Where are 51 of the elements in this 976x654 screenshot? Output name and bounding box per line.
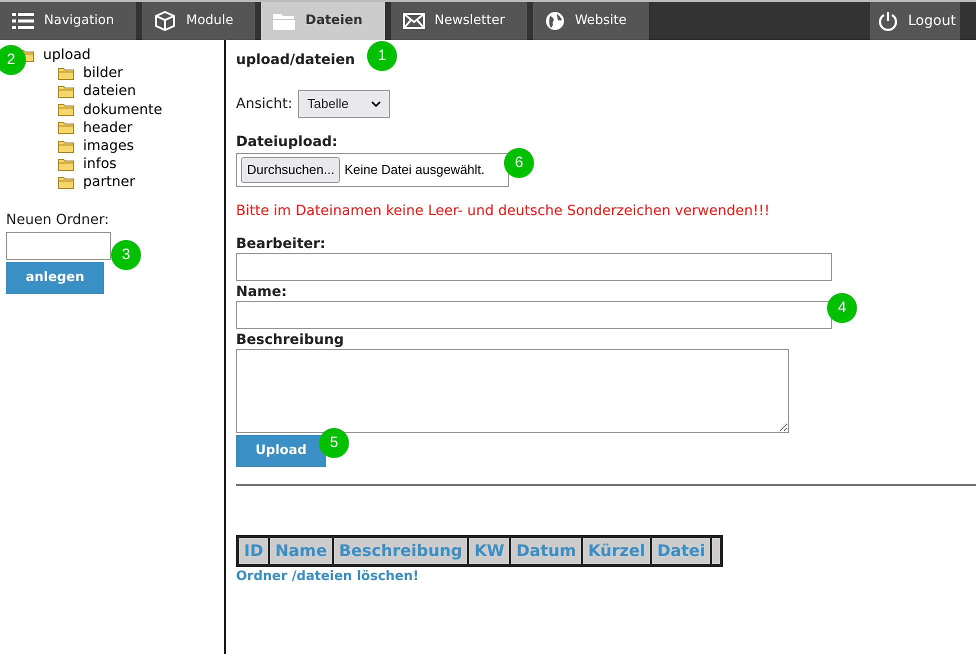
- view-select[interactable]: Tabelle: [298, 90, 390, 118]
- nav-tab[interactable]: Website: [532, 2, 649, 40]
- number-marker: 5: [319, 428, 349, 458]
- nav-tab[interactable]: Newsletter: [390, 2, 527, 40]
- chevron-icon: [371, 101, 382, 107]
- field-label: Name:: [236, 284, 287, 301]
- globe-icon: [544, 11, 565, 31]
- number-marker: 1: [367, 41, 397, 71]
- text-field[interactable]: [236, 253, 832, 281]
- number-marker: 4: [827, 293, 857, 323]
- folder-link[interactable]: dateien: [83, 84, 136, 98]
- power-icon: [878, 11, 898, 31]
- nav-tab[interactable]: Dateien: [261, 2, 385, 40]
- folder-link[interactable]: header: [83, 120, 132, 135]
- folder-link[interactable]: dokumente: [83, 102, 162, 117]
- field-label: Bearbeiter:: [236, 236, 326, 253]
- envelope-icon: [402, 13, 425, 29]
- folder-icon: [58, 66, 74, 80]
- folder-link[interactable]: upload: [43, 48, 91, 62]
- folder-icon: [58, 121, 74, 134]
- field-label: Neuen Ordner:: [6, 210, 110, 230]
- field-label: Beschreibung: [236, 332, 344, 349]
- nav-tab[interactable]: Module: [142, 2, 256, 40]
- folder-link[interactable]: bilder: [83, 66, 123, 80]
- warning-text: Bitte im Dateinamen keine Leer- und deutsche Sonderzeichen verwenden!!!: [236, 202, 770, 221]
- folder-link[interactable]: partner: [83, 175, 135, 190]
- create-folder-button[interactable]: anlegen: [6, 262, 104, 294]
- delete-folder-link[interactable]: Ordner /dateien löschen!: [236, 567, 419, 586]
- text-area[interactable]: [236, 349, 789, 433]
- folder-link[interactable]: images: [83, 139, 134, 154]
- path-heading: upload/dateien: [236, 51, 355, 70]
- nav-tab[interactable]: Navigation: [0, 2, 136, 40]
- folder-icon: [58, 176, 74, 189]
- logout-button[interactable]: Logout: [870, 2, 960, 40]
- file-input[interactable]: Durchsuchen... Keine Datei ausgewählt.: [236, 153, 509, 187]
- upload-button[interactable]: Upload: [236, 435, 326, 467]
- field-label: Ansicht:: [236, 94, 292, 114]
- cube-icon: [154, 10, 176, 32]
- folder-icon: [58, 158, 74, 171]
- number-marker: 6: [504, 148, 534, 178]
- folder-link[interactable]: infos: [83, 157, 117, 172]
- folder-name-field[interactable]: [6, 232, 111, 260]
- folder-icon: [58, 140, 74, 153]
- folder-icon: [58, 103, 74, 116]
- list-icon: [12, 12, 34, 30]
- text-field[interactable]: [236, 301, 832, 329]
- folder-icon: [273, 12, 296, 30]
- number-marker: 3: [111, 240, 141, 270]
- number-marker: 2: [0, 45, 26, 75]
- field-label: Dateiupload:: [236, 133, 338, 152]
- folder-icon: [58, 84, 74, 98]
